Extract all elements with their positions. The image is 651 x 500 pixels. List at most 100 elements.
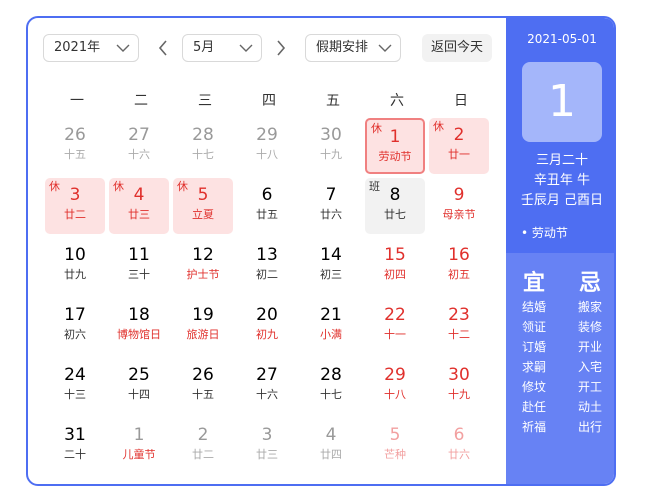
lunar-label: 十八 bbox=[256, 148, 278, 161]
back-to-today-button[interactable]: 返回今天 bbox=[422, 34, 492, 62]
calendar-day-cell[interactable]: 14 初三 bbox=[301, 238, 361, 294]
calendar-day-cell[interactable]: 班 8 廿七 bbox=[365, 178, 425, 234]
calendar-day-cell[interactable]: 1 儿童节 bbox=[109, 418, 169, 474]
calendar-day-cell[interactable]: 29 十八 bbox=[365, 358, 425, 414]
calendar-day-cell[interactable]: 28 十七 bbox=[173, 118, 233, 174]
day-number: 10 bbox=[64, 245, 86, 265]
calendar-day-cell[interactable]: 30 十九 bbox=[301, 118, 361, 174]
prev-month-arrow-icon[interactable] bbox=[153, 34, 173, 62]
chevron-down-icon bbox=[239, 44, 253, 52]
festival-label: • 劳动节 bbox=[521, 226, 568, 240]
day-number: 1 bbox=[389, 127, 401, 147]
calendar-day-cell[interactable]: 休 1 劳动节 bbox=[365, 118, 425, 174]
calendar-day-cell[interactable]: 26 十五 bbox=[45, 118, 105, 174]
lunar-label: 初四 bbox=[384, 268, 406, 281]
lunar-label: 母亲节 bbox=[442, 208, 476, 221]
lunar-label: 十八 bbox=[384, 388, 406, 401]
calendar-day-cell[interactable]: 4 廿四 bbox=[301, 418, 361, 474]
lunar-label: 十一 bbox=[384, 328, 406, 341]
calendar-day-cell[interactable]: 30 十九 bbox=[429, 358, 489, 414]
lunar-label: 护士节 bbox=[186, 268, 220, 281]
day-number: 28 bbox=[192, 125, 214, 145]
day-number: 30 bbox=[320, 125, 342, 145]
calendar-day-cell[interactable]: 28 十七 bbox=[301, 358, 361, 414]
day-number: 2 bbox=[453, 125, 465, 145]
selected-day-number: 1 bbox=[522, 62, 602, 142]
calendar-day-cell[interactable]: 12 护士节 bbox=[173, 238, 233, 294]
lunar-label: 廿五 bbox=[256, 208, 278, 221]
calendar-day-cell[interactable]: 5 芒种 bbox=[365, 418, 425, 474]
lunar-label: 廿一 bbox=[448, 148, 470, 161]
calendar-day-cell[interactable]: 24 十三 bbox=[45, 358, 105, 414]
day-number: 24 bbox=[64, 365, 86, 385]
calendar-day-cell[interactable]: 16 初五 bbox=[429, 238, 489, 294]
day-number: 9 bbox=[453, 185, 465, 205]
weekday-thu: 四 bbox=[262, 93, 276, 109]
day-number: 5 bbox=[197, 185, 209, 205]
day-number: 29 bbox=[384, 365, 406, 385]
lunar-label: 劳动节 bbox=[378, 150, 412, 163]
day-number: 26 bbox=[192, 365, 214, 385]
calendar-day-cell[interactable]: 29 十八 bbox=[237, 118, 297, 174]
calendar-day-cell[interactable]: 3 廿三 bbox=[237, 418, 297, 474]
ji-list: 搬家 装修 开业 入宅 开工 动土 出行 bbox=[562, 297, 614, 437]
weekday-tue: 二 bbox=[134, 93, 148, 109]
calendar-day-cell[interactable]: 17 初六 bbox=[45, 298, 105, 354]
lunar-label: 初九 bbox=[256, 328, 278, 341]
holiday-schedule-select[interactable]: 假期安排 bbox=[305, 34, 401, 62]
calendar-day-cell[interactable]: 6 廿六 bbox=[429, 418, 489, 474]
calendar-day-cell[interactable]: 休 3 廿二 bbox=[45, 178, 105, 234]
day-number: 25 bbox=[128, 365, 150, 385]
month-select-value: 5月 bbox=[193, 40, 215, 55]
calendar-day-cell[interactable]: 31 二十 bbox=[45, 418, 105, 474]
calendar-day-cell[interactable]: 27 十六 bbox=[109, 118, 169, 174]
calendar-day-cell[interactable]: 13 初二 bbox=[237, 238, 297, 294]
day-number: 27 bbox=[128, 125, 150, 145]
ji-heading: 忌 bbox=[578, 271, 601, 296]
calendar-day-cell[interactable]: 休 2 廿一 bbox=[429, 118, 489, 174]
day-number: 3 bbox=[69, 185, 81, 205]
lunar-label: 十九 bbox=[320, 148, 342, 161]
lunar-label: 廿六 bbox=[320, 208, 342, 221]
calendar-day-cell[interactable]: 19 旅游日 bbox=[173, 298, 233, 354]
weekday-wed: 三 bbox=[198, 93, 212, 109]
chevron-down-icon bbox=[116, 44, 130, 52]
day-number: 28 bbox=[320, 365, 342, 385]
calendar-day-cell[interactable]: 15 初四 bbox=[365, 238, 425, 294]
calendar-day-cell[interactable]: 9 母亲节 bbox=[429, 178, 489, 234]
lunar-label: 十五 bbox=[192, 388, 214, 401]
calendar-day-cell[interactable]: 10 廿九 bbox=[45, 238, 105, 294]
yi-item: 修坟 bbox=[521, 380, 546, 394]
calendar-day-cell[interactable]: 23 十二 bbox=[429, 298, 489, 354]
lunar-label: 廿二 bbox=[192, 448, 214, 461]
yi-item: 赴任 bbox=[521, 400, 546, 414]
day-number: 18 bbox=[128, 305, 150, 325]
calendar-day-cell[interactable]: 26 十五 bbox=[173, 358, 233, 414]
calendar-day-cell[interactable]: 6 廿五 bbox=[237, 178, 297, 234]
lunar-label: 廿七 bbox=[384, 208, 406, 221]
lunar-label: 二十 bbox=[64, 448, 86, 461]
day-number: 30 bbox=[448, 365, 470, 385]
calendar-day-cell[interactable]: 2 廿二 bbox=[173, 418, 233, 474]
day-number: 27 bbox=[256, 365, 278, 385]
day-number: 2 bbox=[197, 425, 209, 445]
calendar-day-cell[interactable]: 7 廿六 bbox=[301, 178, 361, 234]
calendar-day-cell[interactable]: 21 小满 bbox=[301, 298, 361, 354]
yi-item: 求嗣 bbox=[521, 360, 546, 374]
month-select[interactable]: 5月 bbox=[182, 34, 262, 62]
calendar-day-cell[interactable]: 18 博物馆日 bbox=[109, 298, 169, 354]
selected-date: 2021-05-01 bbox=[527, 32, 597, 46]
lunar-label: 廿四 bbox=[320, 448, 342, 461]
calendar-day-cell[interactable]: 25 十四 bbox=[109, 358, 169, 414]
calendar-day-cell[interactable]: 休 4 廿三 bbox=[109, 178, 169, 234]
ji-item: 开工 bbox=[577, 380, 602, 394]
lunar-label: 十六 bbox=[256, 388, 278, 401]
day-number: 19 bbox=[192, 305, 214, 325]
calendar-day-cell[interactable]: 休 5 立夏 bbox=[173, 178, 233, 234]
next-month-arrow-icon[interactable] bbox=[271, 34, 291, 62]
calendar-day-cell[interactable]: 11 三十 bbox=[109, 238, 169, 294]
calendar-day-cell[interactable]: 22 十一 bbox=[365, 298, 425, 354]
year-select[interactable]: 2021年 bbox=[43, 34, 139, 62]
calendar-day-cell[interactable]: 20 初九 bbox=[237, 298, 297, 354]
calendar-day-cell[interactable]: 27 十六 bbox=[237, 358, 297, 414]
